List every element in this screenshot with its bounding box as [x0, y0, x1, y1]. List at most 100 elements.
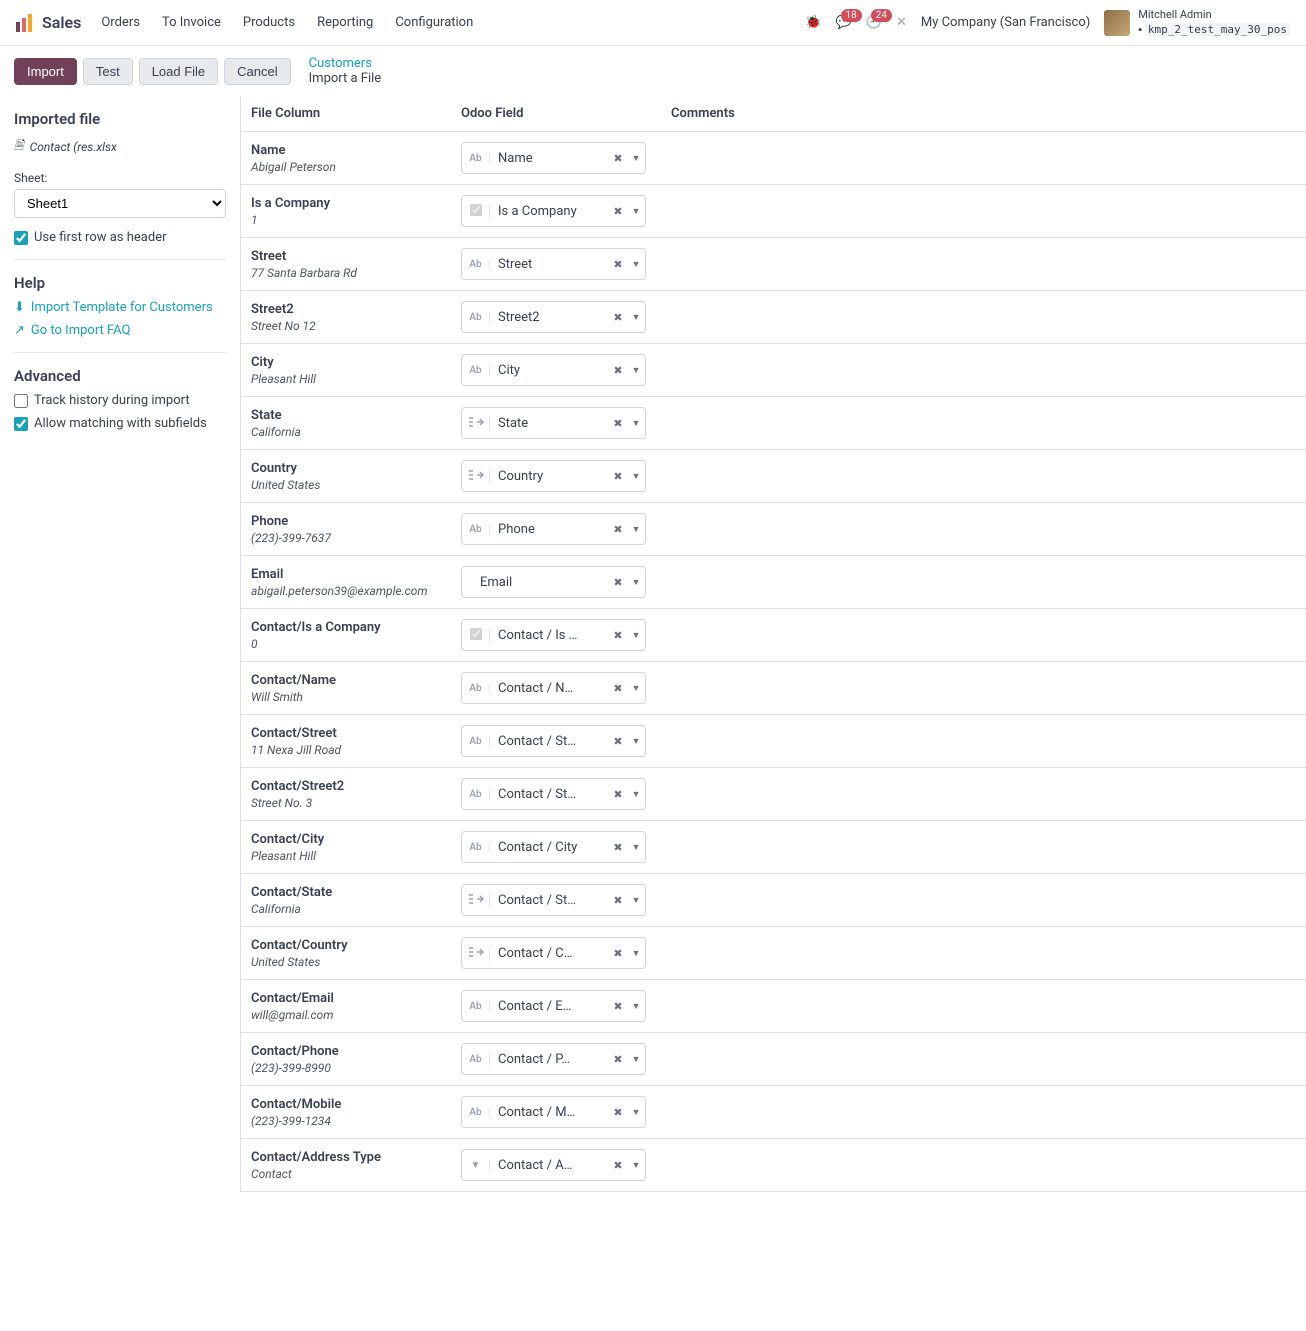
field-selector[interactable]: Ab Contact / M… ✖ ▼ [461, 1096, 646, 1128]
chevron-down-icon[interactable]: ▼ [627, 1107, 645, 1118]
chevron-down-icon[interactable]: ▼ [627, 577, 645, 588]
sheet-select[interactable]: Sheet1 [14, 189, 226, 218]
field-selector[interactable]: Ab Contact / St… ✖ ▼ [461, 778, 646, 810]
clear-icon[interactable]: ✖ [609, 576, 627, 589]
field-selector[interactable]: Contact / Is … ✖ ▼ [461, 619, 646, 651]
first-row-checkbox[interactable] [14, 231, 28, 245]
chevron-down-icon[interactable]: ▼ [627, 259, 645, 270]
column-sample: Will Smith [251, 690, 461, 704]
field-value: Contact / St… [490, 787, 609, 802]
column-title: State [251, 408, 461, 423]
field-selector[interactable]: Contact / St… ✖ ▼ [461, 884, 646, 916]
field-selector[interactable]: Ab Contact / St… ✖ ▼ [461, 725, 646, 757]
nav-products[interactable]: Products [243, 15, 295, 30]
clear-icon[interactable]: ✖ [609, 364, 627, 377]
field-selector[interactable]: Email ✖ ▼ [461, 566, 646, 598]
clear-icon[interactable]: ✖ [609, 682, 627, 695]
field-selector[interactable]: State ✖ ▼ [461, 407, 646, 439]
column-title: Contact/Name [251, 673, 461, 688]
column-title: Street2 [251, 302, 461, 317]
column-sample: will@gmail.com [251, 1008, 461, 1022]
chevron-down-icon[interactable]: ▼ [627, 736, 645, 747]
clear-icon[interactable]: ✖ [609, 1159, 627, 1172]
clear-icon[interactable]: ✖ [609, 258, 627, 271]
clear-icon[interactable]: ✖ [609, 1000, 627, 1013]
chevron-down-icon[interactable]: ▼ [627, 1054, 645, 1065]
field-selector[interactable]: ▼ Contact / A… ✖ ▼ [461, 1149, 646, 1181]
clear-icon[interactable]: ✖ [609, 894, 627, 907]
clear-icon[interactable]: ✖ [609, 841, 627, 854]
column-sample: Street No. 3 [251, 796, 461, 810]
messages-icon[interactable]: 💬18 [836, 15, 852, 30]
clear-icon[interactable]: ✖ [609, 788, 627, 801]
field-selector[interactable]: Ab Street2 ✖ ▼ [461, 301, 646, 333]
allow-subfields-checkbox[interactable] [14, 417, 28, 431]
table-row: Email abigail.peterson39@example.com Ema… [241, 556, 1306, 609]
imported-file-title: Imported file [14, 110, 226, 128]
field-selector[interactable]: Ab Contact / N… ✖ ▼ [461, 672, 646, 704]
column-sample: (223)-399-8990 [251, 1061, 461, 1075]
column-sample: 11 Nexa Jill Road [251, 743, 461, 757]
action-bar: Import Test Load File Cancel Customers I… [0, 46, 1306, 96]
clear-icon[interactable]: ✖ [609, 470, 627, 483]
clear-icon[interactable]: ✖ [609, 1053, 627, 1066]
clear-icon[interactable]: ✖ [609, 947, 627, 960]
chevron-down-icon[interactable]: ▼ [627, 630, 645, 641]
nav-orders[interactable]: Orders [101, 15, 140, 30]
field-selector[interactable]: Ab City ✖ ▼ [461, 354, 646, 386]
clear-icon[interactable]: ✖ [609, 205, 627, 218]
chevron-down-icon[interactable]: ▼ [627, 524, 645, 535]
clear-icon[interactable]: ✖ [609, 629, 627, 642]
field-selector[interactable]: Ab Street ✖ ▼ [461, 248, 646, 280]
chevron-down-icon[interactable]: ▼ [627, 895, 645, 906]
nav-to-invoice[interactable]: To Invoice [162, 15, 221, 30]
brand-title[interactable]: Sales [42, 13, 81, 32]
field-selector[interactable]: Ab Contact / E… ✖ ▼ [461, 990, 646, 1022]
field-value: Contact / P… [490, 1052, 609, 1067]
field-selector[interactable]: Contact / C… ✖ ▼ [461, 937, 646, 969]
chevron-down-icon[interactable]: ▼ [627, 418, 645, 429]
tools-icon[interactable]: ✕ [896, 15, 907, 30]
import-template-link[interactable]: ⬇Import Template for Customers [14, 300, 226, 315]
clear-icon[interactable]: ✖ [609, 1106, 627, 1119]
chevron-down-icon[interactable]: ▼ [627, 789, 645, 800]
import-button[interactable]: Import [14, 58, 77, 85]
field-selector[interactable]: Ab Name ✖ ▼ [461, 142, 646, 174]
clear-icon[interactable]: ✖ [609, 735, 627, 748]
field-selector[interactable]: Is a Company ✖ ▼ [461, 195, 646, 227]
chevron-down-icon[interactable]: ▼ [627, 1001, 645, 1012]
import-faq-link[interactable]: ↗Go to Import FAQ [14, 323, 226, 338]
chevron-down-icon[interactable]: ▼ [627, 842, 645, 853]
chevron-down-icon[interactable]: ▼ [627, 153, 645, 164]
chevron-down-icon[interactable]: ▼ [627, 471, 645, 482]
field-selector[interactable]: Ab Contact / P… ✖ ▼ [461, 1043, 646, 1075]
chevron-down-icon[interactable]: ▼ [627, 206, 645, 217]
clear-icon[interactable]: ✖ [609, 523, 627, 536]
activities-icon[interactable]: 🕘24 [866, 15, 882, 30]
chevron-down-icon[interactable]: ▼ [627, 1160, 645, 1171]
chevron-down-icon[interactable]: ▼ [627, 683, 645, 694]
nav-reporting[interactable]: Reporting [317, 15, 373, 30]
chevron-down-icon[interactable]: ▼ [627, 948, 645, 959]
breadcrumb-parent[interactable]: Customers [309, 56, 372, 71]
cancel-button[interactable]: Cancel [224, 58, 290, 85]
track-history-label: Track history during import [34, 393, 190, 408]
field-selector[interactable]: Ab Phone ✖ ▼ [461, 513, 646, 545]
clear-icon[interactable]: ✖ [609, 152, 627, 165]
user-menu[interactable]: Mitchell Admin ▪ kmp_2_test_may_30_pos [1104, 8, 1290, 37]
field-value: Contact / St… [490, 734, 609, 749]
column-sample: Abigail Peterson [251, 160, 461, 174]
clear-icon[interactable]: ✖ [609, 417, 627, 430]
field-selector[interactable]: Country ✖ ▼ [461, 460, 646, 492]
debug-icon[interactable]: 🐞 [805, 15, 821, 30]
load-file-button[interactable]: Load File [139, 58, 218, 85]
company-selector[interactable]: My Company (San Francisco) [921, 15, 1090, 30]
chevron-down-icon[interactable]: ▼ [627, 365, 645, 376]
nav-configuration[interactable]: Configuration [395, 15, 473, 30]
track-history-checkbox[interactable] [14, 394, 28, 408]
test-button[interactable]: Test [83, 58, 133, 85]
clear-icon[interactable]: ✖ [609, 311, 627, 324]
chevron-down-icon[interactable]: ▼ [627, 312, 645, 323]
field-selector[interactable]: Ab Contact / City ✖ ▼ [461, 831, 646, 863]
column-title: Street [251, 249, 461, 264]
